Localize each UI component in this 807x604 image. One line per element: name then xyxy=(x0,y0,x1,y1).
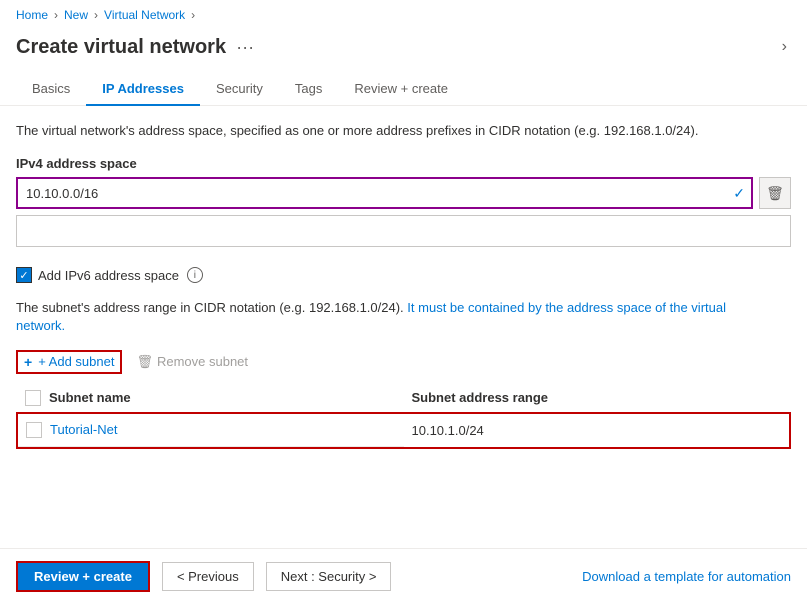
subnet-name-link[interactable]: Tutorial-Net xyxy=(50,422,117,437)
ipv6-label: Add IPv6 address space xyxy=(38,268,179,283)
tab-ip-addresses[interactable]: IP Addresses xyxy=(86,73,200,106)
next-security-button[interactable]: Next : Security > xyxy=(266,562,392,591)
checkbox-check-icon: ✓ xyxy=(19,269,28,282)
previous-button[interactable]: < Previous xyxy=(162,562,254,591)
remove-subnet-button[interactable]: 🗑 Remove subnet xyxy=(130,352,254,372)
expand-arrow-button[interactable]: › xyxy=(778,34,791,60)
ipv4-address-input-wrapper: ✓ xyxy=(16,177,753,209)
subnet-name-header: Subnet name xyxy=(49,390,131,405)
subnet-range-header: Subnet address range xyxy=(412,390,549,405)
ipv6-checkbox-wrapper[interactable]: ✓ Add IPv6 address space xyxy=(16,267,179,283)
tab-review-create[interactable]: Review + create xyxy=(338,73,464,106)
table-row: Tutorial-Net 10.10.1.0/24 xyxy=(17,413,790,448)
page-title: Create virtual network xyxy=(16,36,226,59)
subnet-row-checkbox[interactable] xyxy=(26,422,42,438)
header-dots-icon[interactable]: ··· xyxy=(236,37,254,58)
breadcrumb-sep1: › xyxy=(54,8,58,22)
breadcrumb-virtual-network[interactable]: Virtual Network xyxy=(104,8,185,22)
subnet-table: Subnet name Subnet address range Tutoria… xyxy=(16,384,791,449)
ipv4-address-input-empty[interactable] xyxy=(16,215,791,247)
subnet-header-checkbox[interactable] xyxy=(25,390,41,406)
automation-link[interactable]: Download a template for automation xyxy=(582,569,791,584)
subnet-description: The subnet's address range in CIDR notat… xyxy=(16,299,791,335)
ipv4-address-input[interactable] xyxy=(18,186,727,201)
subnet-range-value: 10.10.1.0/24 xyxy=(412,423,484,438)
breadcrumb: Home › New › Virtual Network › xyxy=(0,0,807,30)
remove-icon: 🗑 xyxy=(136,354,153,370)
breadcrumb-sep2: › xyxy=(94,8,98,22)
tabs-nav: Basics IP Addresses Security Tags Review… xyxy=(0,72,807,106)
tab-security[interactable]: Security xyxy=(200,73,279,106)
breadcrumb-home[interactable]: Home xyxy=(16,8,48,22)
ipv6-checkbox[interactable]: ✓ xyxy=(16,267,32,283)
breadcrumb-new[interactable]: New xyxy=(64,8,88,22)
review-create-button[interactable]: Review + create xyxy=(16,561,150,592)
tab-tags[interactable]: Tags xyxy=(279,73,338,106)
checkmark-icon: ✓ xyxy=(727,185,751,202)
info-icon[interactable]: i xyxy=(187,267,203,283)
footer: Review + create < Previous Next : Securi… xyxy=(0,548,807,604)
delete-address-button[interactable]: 🗑 xyxy=(759,177,791,209)
description-text: The virtual network's address space, spe… xyxy=(16,122,791,140)
ipv4-label: IPv4 address space xyxy=(16,156,791,171)
plus-icon: + xyxy=(24,354,32,370)
breadcrumb-sep3: › xyxy=(191,8,195,22)
add-subnet-button[interactable]: + + Add subnet xyxy=(18,352,120,372)
tab-basics[interactable]: Basics xyxy=(16,73,86,106)
